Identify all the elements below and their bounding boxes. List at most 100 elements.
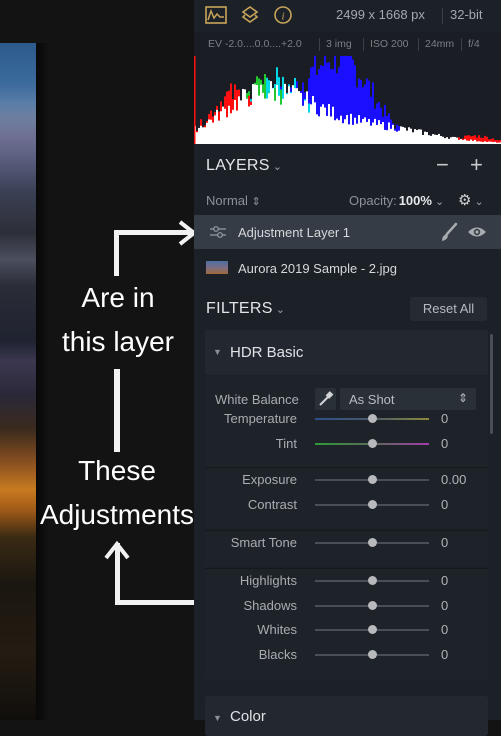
filter-hdr-basic-header[interactable]: ▼ HDR Basic [205, 330, 488, 375]
param-label: Smart Tone [230, 535, 297, 550]
histogram-bar [294, 88, 296, 144]
svg-text:i: i [281, 11, 284, 23]
histogram-bar [406, 130, 408, 144]
collapse-triangle-icon: ▼ [213, 713, 222, 723]
filters-scrollbar[interactable] [490, 334, 493, 434]
histogram-bar [414, 129, 416, 144]
histogram-bar [252, 84, 254, 144]
histogram-bar [238, 96, 240, 144]
brush-icon[interactable] [440, 222, 458, 245]
bit-depth: 32-bit [450, 7, 483, 22]
divider [319, 38, 320, 51]
histogram-bar [452, 136, 454, 144]
slider-thumb[interactable] [368, 439, 377, 448]
layers-icon[interactable] [239, 5, 261, 25]
divider [418, 38, 419, 51]
param-value: 0 [441, 436, 449, 451]
histogram-bar [388, 122, 390, 144]
histogram-bar [290, 93, 292, 144]
layers-title-text: LAYERS [206, 157, 270, 174]
layer-item-adjustment[interactable]: Adjustment Layer 1 [194, 215, 501, 249]
histogram-bar [320, 106, 322, 144]
histogram-bar [398, 130, 400, 144]
histogram-bar [226, 117, 228, 144]
histogram-bar [420, 129, 422, 144]
slider-thumb[interactable] [368, 650, 377, 660]
filters-title[interactable]: FILTERS ⌄ [206, 300, 285, 318]
param-contrast: Contrast 0 [205, 493, 488, 517]
histogram-bar [266, 98, 268, 144]
photo-shadow [36, 43, 50, 720]
layer-item-image[interactable]: Aurora 2019 Sample - 2.jpg [194, 251, 501, 285]
histogram-bar [360, 122, 362, 144]
add-layer-button[interactable]: + [470, 154, 483, 176]
annotation-label-upper: Are in this layer [61, 282, 175, 357]
slider-thumb[interactable] [368, 625, 377, 635]
slider-thumb[interactable] [368, 600, 377, 610]
param-label: Tint [275, 436, 297, 451]
histogram-bar [326, 115, 328, 144]
histogram-bar [454, 136, 456, 144]
param-smart-tone: Smart Tone 0 [205, 531, 488, 555]
layers-title[interactable]: LAYERS ⌄ [206, 157, 282, 175]
histogram-bar [212, 122, 214, 144]
slider-thumb[interactable] [368, 538, 377, 547]
blend-mode-value: Normal [206, 193, 248, 208]
param-label: Highlights [239, 573, 297, 588]
histogram-bar [216, 109, 218, 144]
filter-color-header[interactable]: ▼ Color [205, 696, 488, 736]
histogram-bar [368, 119, 370, 144]
eye-icon[interactable] [467, 225, 487, 242]
slider-thumb[interactable] [368, 414, 377, 423]
histogram-bar [262, 92, 264, 144]
param-label: Contrast [247, 497, 297, 512]
slider-thumb[interactable] [368, 475, 377, 484]
histogram-bar [278, 95, 280, 144]
opacity-value: 100% [398, 193, 432, 208]
param-value: 0.00 [441, 472, 467, 487]
histogram-bar [288, 86, 290, 144]
histogram-bar [312, 95, 314, 144]
exif-bar: EV -2.0....0.0....+2.0 3 img ISO 200 24m… [194, 32, 501, 56]
histogram-bar [316, 114, 318, 144]
param-label: Shadows [243, 597, 297, 613]
histogram-bar [228, 105, 230, 144]
adjustment-sliders-icon [209, 224, 227, 243]
divider [363, 38, 364, 51]
slider-thumb[interactable] [368, 500, 377, 509]
histogram-bar [436, 134, 438, 144]
histogram-bar [336, 118, 338, 144]
histogram-bar [358, 115, 360, 144]
histogram-bar [334, 120, 336, 144]
histogram-bar [346, 115, 348, 144]
histogram-bar [354, 117, 356, 144]
layer-settings-button[interactable]: ⚙ ⌄ [458, 191, 484, 209]
param-blacks: Blacks 0 [205, 643, 488, 667]
image-dimensions: 2499 x 1668 px [336, 7, 425, 22]
histogram-bar [318, 116, 320, 144]
histogram-bar [242, 88, 244, 144]
reset-all-button[interactable]: Reset All [410, 297, 487, 321]
opacity-label: Opacity: [349, 193, 397, 208]
histogram-bar [274, 100, 276, 144]
histogram-bar [430, 135, 432, 144]
blend-mode-select[interactable]: Normal ⇕ [206, 193, 261, 208]
opacity-control[interactable]: Opacity: 100% ⌄ [349, 193, 444, 208]
chevron-down-icon: ⌄ [474, 196, 484, 208]
histogram-graph [194, 56, 501, 144]
histogram-bar [258, 95, 260, 144]
histogram-bar [400, 126, 402, 144]
histogram-bar [298, 91, 300, 144]
photo-preview[interactable] [0, 43, 36, 720]
histogram-bar [292, 85, 294, 144]
info-icon[interactable]: i [272, 5, 294, 25]
histogram-bar [340, 115, 342, 144]
histogram-bar [402, 126, 404, 144]
slider-thumb[interactable] [368, 576, 377, 585]
histogram-bar [200, 125, 202, 144]
histogram-bar [214, 115, 216, 144]
param-value: 0 [441, 411, 449, 426]
histogram-icon[interactable] [205, 5, 227, 25]
remove-layer-button[interactable]: − [436, 154, 449, 176]
updown-icon: ⇕ [251, 196, 261, 208]
